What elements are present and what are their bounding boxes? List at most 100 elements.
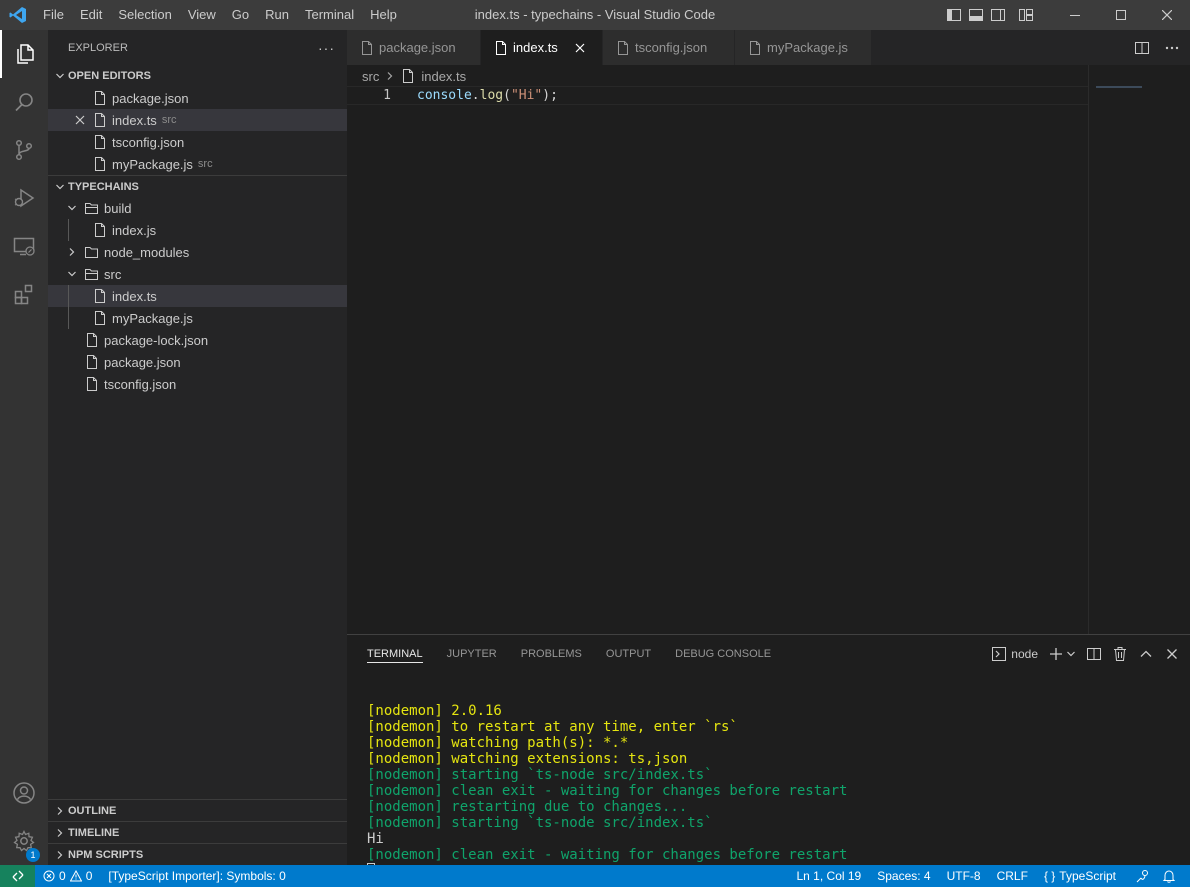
- file-tsconfig-json[interactable]: tsconfig.json: [48, 373, 347, 395]
- remote-indicator[interactable]: [0, 865, 35, 887]
- file-icon: [92, 156, 108, 172]
- end-of-line[interactable]: CRLF: [991, 865, 1034, 887]
- panel-tab-terminal[interactable]: TERMINAL: [355, 635, 435, 670]
- menu-view[interactable]: View: [180, 0, 224, 30]
- split-terminal-icon[interactable]: [1086, 646, 1102, 662]
- search-icon[interactable]: [0, 78, 48, 126]
- panel-tab-debug-console[interactable]: DEBUG CONSOLE: [663, 635, 783, 670]
- menu-help[interactable]: Help: [362, 0, 405, 30]
- terminal-selector[interactable]: node: [991, 646, 1038, 662]
- activity-bar: 1: [0, 30, 48, 865]
- file-src-mypackage-js[interactable]: myPackage.js: [48, 307, 347, 329]
- explorer-icon[interactable]: [0, 30, 48, 78]
- bottom-panel: TERMINAL JUPYTER PROBLEMS OUTPUT DEBUG C…: [347, 634, 1190, 878]
- split-editor-icon[interactable]: [1134, 40, 1150, 56]
- menu-terminal[interactable]: Terminal: [297, 0, 362, 30]
- open-editor-item[interactable]: myPackage.js src: [48, 153, 347, 175]
- extensions-icon[interactable]: [0, 270, 48, 318]
- tab-label: index.ts: [513, 40, 558, 55]
- toggle-panel-icon[interactable]: [968, 7, 984, 23]
- tree-guide: [68, 219, 69, 241]
- open-editor-item[interactable]: package.json: [48, 87, 347, 109]
- file-build-index-js[interactable]: index.js: [48, 219, 347, 241]
- terminal-shell-name: node: [1011, 647, 1038, 661]
- close-tab-icon[interactable]: [572, 40, 588, 56]
- tab-index-ts[interactable]: index.ts: [481, 30, 603, 65]
- panel-tab-output[interactable]: OUTPUT: [594, 635, 663, 670]
- open-editor-name: myPackage.js: [112, 156, 193, 172]
- run-debug-icon[interactable]: [0, 174, 48, 222]
- breadcrumb-folder[interactable]: src: [362, 69, 379, 84]
- explorer-sidebar: EXPLORER ··· OPEN EDITORS package.json i…: [48, 30, 347, 865]
- file-package-json[interactable]: package.json: [48, 351, 347, 373]
- language-mode[interactable]: { } TypeScript: [1038, 865, 1122, 887]
- source-control-icon[interactable]: [0, 126, 48, 174]
- account-icon[interactable]: [0, 769, 48, 817]
- timeline-header[interactable]: TIMELINE: [48, 821, 347, 843]
- minimize-button[interactable]: [1052, 0, 1098, 30]
- outline-header[interactable]: OUTLINE: [48, 799, 347, 821]
- toggle-secondary-sidebar-icon[interactable]: [990, 7, 1006, 23]
- problems-status[interactable]: 0 0: [35, 865, 98, 887]
- new-terminal-icon[interactable]: [1048, 646, 1076, 662]
- tab-mypackage-js[interactable]: myPackage.js: [735, 30, 872, 65]
- folder-node-modules[interactable]: node_modules: [48, 241, 347, 263]
- code-method: log: [479, 88, 504, 103]
- file-icon: [92, 288, 108, 304]
- breadcrumb: src index.ts: [362, 67, 466, 85]
- maximize-button[interactable]: [1098, 0, 1144, 30]
- file-src-index-ts[interactable]: index.ts: [48, 285, 347, 307]
- chevron-right-icon: [64, 244, 80, 260]
- more-actions-icon[interactable]: [1164, 40, 1180, 56]
- more-actions-icon[interactable]: ···: [318, 40, 335, 56]
- encoding[interactable]: UTF-8: [941, 865, 987, 887]
- folder-build[interactable]: build: [48, 197, 347, 219]
- open-editor-item[interactable]: tsconfig.json: [48, 131, 347, 153]
- open-editor-name: index.ts: [112, 112, 157, 128]
- tab-tsconfig-json[interactable]: tsconfig.json: [603, 30, 735, 65]
- trash-icon[interactable]: [1112, 646, 1128, 662]
- menu-file[interactable]: File: [35, 0, 72, 30]
- close-panel-icon[interactable]: [1164, 646, 1180, 662]
- status-bar: 0 0 [TypeScript Importer]: Symbols: 0 Ln…: [0, 865, 1190, 887]
- typescript-importer-status[interactable]: [TypeScript Importer]: Symbols: 0: [102, 865, 291, 887]
- customize-layout-icon[interactable]: [1018, 7, 1034, 23]
- tree-item-label: build: [104, 200, 132, 216]
- folder-src[interactable]: src: [48, 263, 347, 285]
- chevron-right-icon: [52, 847, 68, 863]
- menu-bar: File Edit Selection View Go Run Terminal…: [35, 0, 405, 30]
- code-line[interactable]: console.log("Hi");: [417, 87, 558, 105]
- code-editor[interactable]: src index.ts 1 console.log("Hi");: [347, 65, 1190, 634]
- cursor-position[interactable]: Ln 1, Col 19: [791, 865, 868, 887]
- open-editor-item[interactable]: index.ts src: [48, 109, 347, 131]
- workspace-header[interactable]: TYPECHAINS: [48, 175, 347, 197]
- file-icon: [84, 376, 100, 392]
- indentation[interactable]: Spaces: 4: [871, 865, 936, 887]
- notifications-bell-icon[interactable]: [1156, 865, 1182, 887]
- menu-run[interactable]: Run: [257, 0, 297, 30]
- open-editors-label: OPEN EDITORS: [68, 70, 151, 82]
- terminal-output[interactable]: [nodemon] 2.0.16 [nodemon] to restart at …: [367, 687, 847, 887]
- chevron-right-icon: [52, 803, 68, 819]
- manage-gear-icon[interactable]: 1: [0, 817, 48, 865]
- menu-go[interactable]: Go: [224, 0, 257, 30]
- line-number: 1: [383, 88, 391, 103]
- open-editors-header[interactable]: OPEN EDITORS: [48, 65, 347, 87]
- panel-tab-problems[interactable]: PROBLEMS: [509, 635, 594, 670]
- panel-tab-jupyter[interactable]: JUPYTER: [435, 635, 509, 670]
- feedback-icon[interactable]: [1130, 865, 1156, 887]
- breadcrumb-file[interactable]: index.ts: [421, 69, 466, 84]
- close-icon[interactable]: [72, 112, 88, 128]
- error-icon: [43, 870, 55, 882]
- remote-explorer-icon[interactable]: [0, 222, 48, 270]
- vscode-logo-icon: [0, 0, 35, 30]
- npm-scripts-header[interactable]: NPM SCRIPTS: [48, 843, 347, 865]
- maximize-panel-icon[interactable]: [1138, 646, 1154, 662]
- menu-selection[interactable]: Selection: [110, 0, 179, 30]
- toggle-sidebar-icon[interactable]: [946, 7, 962, 23]
- minimap[interactable]: [1096, 86, 1142, 88]
- menu-edit[interactable]: Edit: [72, 0, 110, 30]
- tab-package-json[interactable]: package.json: [347, 30, 481, 65]
- file-package-lock-json[interactable]: package-lock.json: [48, 329, 347, 351]
- close-window-button[interactable]: [1144, 0, 1190, 30]
